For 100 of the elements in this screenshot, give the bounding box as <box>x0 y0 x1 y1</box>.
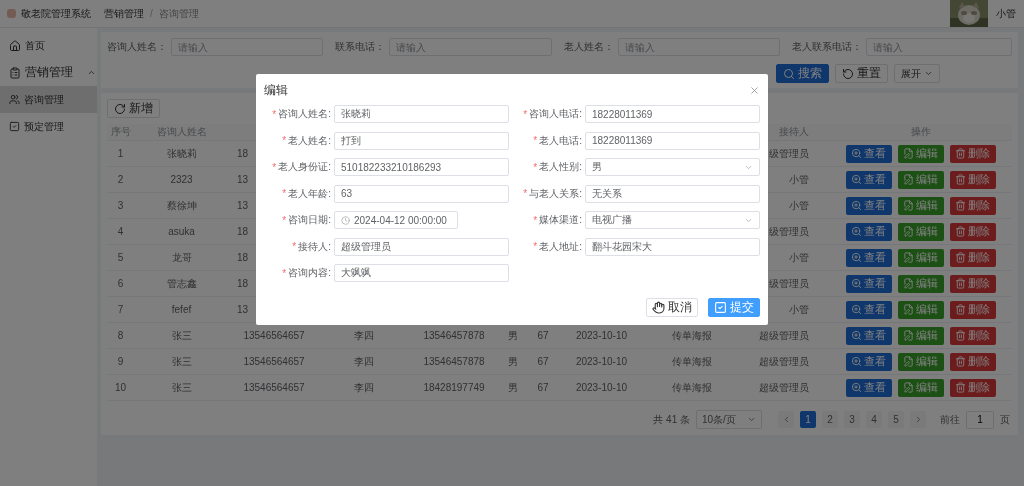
close-icon[interactable] <box>749 85 760 96</box>
edit-button[interactable]: 编辑 <box>897 144 944 163</box>
page-size-select[interactable]: 10条/页 <box>696 410 762 429</box>
input-field[interactable]: 63 <box>334 184 509 203</box>
field-label: 咨询人电话: <box>529 107 582 121</box>
input-field[interactable]: 无关系 <box>585 184 760 203</box>
field-label: 老人姓名： <box>563 40 614 54</box>
edit-button[interactable]: 编辑 <box>897 352 944 371</box>
edit-button[interactable]: 编辑 <box>897 170 944 189</box>
page-button[interactable]: 2 <box>822 411 838 428</box>
reset-button[interactable]: 重置 <box>835 64 888 83</box>
input-field[interactable]: 510182233210186293 <box>334 158 509 176</box>
table-cell-text: 2023-10-10 <box>574 330 629 341</box>
edit-button[interactable]: 编辑 <box>897 248 944 267</box>
edit-button[interactable]: 编辑 <box>897 300 944 319</box>
cancel-button[interactable]: 取消 <box>646 298 698 317</box>
table-cell-text: 龙哥 <box>170 250 193 265</box>
page-button[interactable]: 1 <box>800 411 816 428</box>
table-cell-text: 2023-10-10 <box>574 356 629 367</box>
input-field[interactable]: 打到 <box>334 131 509 150</box>
table-cell: 小管 <box>789 250 809 265</box>
edit-button[interactable]: 编辑 <box>897 274 944 293</box>
view-button[interactable]: 查看 <box>845 222 892 241</box>
reset-icon <box>842 67 854 80</box>
view-button[interactable]: 查看 <box>845 196 892 215</box>
required-mark: * <box>282 188 287 199</box>
field-label: 媒体渠道: <box>539 213 582 227</box>
page-button[interactable]: 4 <box>866 411 882 428</box>
trash-icon <box>955 330 966 341</box>
clock-icon <box>341 215 350 225</box>
trash-icon <box>955 382 966 393</box>
table-cell-text: 李四 <box>353 328 375 343</box>
edit-button[interactable]: 编辑 <box>897 222 944 241</box>
select-field[interactable]: 男 <box>585 158 760 176</box>
view-button[interactable]: 查看 <box>845 170 892 189</box>
edit-button[interactable]: 编辑 <box>897 326 944 345</box>
table-cell: 13 <box>237 304 249 315</box>
table-cell: 18 <box>237 278 249 289</box>
table-cell-text: 超级管理员 <box>758 328 810 343</box>
sidebar-item[interactable]: 咨询管理 <box>0 86 97 113</box>
submit-button[interactable]: 提交 <box>708 298 760 317</box>
edit-icon <box>903 382 914 393</box>
page-button[interactable]: 5 <box>888 411 904 428</box>
add-button[interactable]: 新增 <box>107 99 160 118</box>
delete-button[interactable]: 删除 <box>949 326 996 345</box>
sidebar-item[interactable]: 营销管理 <box>0 59 97 86</box>
table-cell-text: fefef <box>170 304 193 315</box>
field-label: 咨询人姓名： <box>107 40 167 54</box>
page-button[interactable]: 3 <box>844 411 860 428</box>
logo-icon <box>7 9 16 18</box>
delete-button[interactable]: 删除 <box>949 222 996 241</box>
delete-button[interactable]: 删除 <box>949 170 996 189</box>
view-button[interactable]: 查看 <box>845 144 892 163</box>
input-field[interactable]: 大飒飒 <box>334 264 509 282</box>
sidebar-item[interactable]: 首页 <box>0 32 97 59</box>
input-field[interactable]: 18228011369 <box>585 131 760 150</box>
select-field[interactable]: 电视广播 <box>585 211 760 229</box>
delete-button[interactable]: 删除 <box>949 248 996 267</box>
delete-button[interactable]: 删除 <box>949 352 996 371</box>
home-icon <box>9 39 21 52</box>
prev-page-button[interactable] <box>778 411 794 428</box>
delete-button[interactable]: 删除 <box>949 274 996 293</box>
view-button[interactable]: 查看 <box>845 378 892 397</box>
input-field[interactable]: 18228011369 <box>585 105 760 123</box>
date-field[interactable]: 2024-04-12 00:00:00 <box>334 211 458 229</box>
edit-button[interactable]: 编辑 <box>897 196 944 215</box>
field-label: 咨询日期: <box>288 213 331 227</box>
required-mark: * <box>533 214 538 226</box>
delete-button[interactable]: 删除 <box>949 144 996 163</box>
search-button[interactable]: 搜索 <box>776 64 829 83</box>
table-cell-text: 2323 <box>169 174 194 185</box>
delete-button[interactable]: 删除 <box>949 378 996 397</box>
input-field[interactable]: 翻斗花园宋大 <box>585 237 760 256</box>
sidebar-item[interactable]: 预定管理 <box>0 113 97 140</box>
table-cell-text: 超级管理员 <box>758 354 810 369</box>
breadcrumb-item[interactable]: 营销管理 <box>104 6 144 21</box>
view-button[interactable]: 查看 <box>845 274 892 293</box>
table-cell-text: asuka <box>167 226 196 237</box>
expand-button[interactable]: 展开 <box>894 64 940 83</box>
view-button[interactable]: 查看 <box>845 300 892 319</box>
table-cell-text: 1 <box>116 148 125 159</box>
input-field[interactable]: 张晓莉 <box>334 105 509 123</box>
view-button[interactable]: 查看 <box>845 326 892 345</box>
delete-button[interactable]: 删除 <box>949 196 996 215</box>
edit-icon <box>903 356 914 367</box>
user-name[interactable]: 小管 <box>996 6 1016 21</box>
checkbox-icon <box>714 301 727 314</box>
page-input[interactable]: 1 <box>966 410 994 429</box>
input-field[interactable]: 超级管理员 <box>334 237 509 256</box>
table-cell-text: 蔡徐坤 <box>165 198 198 213</box>
table-cell-text: 管志鑫 <box>165 276 198 291</box>
view-button[interactable]: 查看 <box>845 352 892 371</box>
next-page-button[interactable] <box>910 411 926 428</box>
checkbox-icon <box>9 121 20 132</box>
edit-button[interactable]: 编辑 <box>897 378 944 397</box>
table-cell: 小管 <box>789 198 809 213</box>
view-button[interactable]: 查看 <box>845 248 892 267</box>
table-cell-text: 5 <box>116 252 125 263</box>
delete-button[interactable]: 删除 <box>949 300 996 319</box>
dialog-title: 编辑 <box>264 82 288 99</box>
